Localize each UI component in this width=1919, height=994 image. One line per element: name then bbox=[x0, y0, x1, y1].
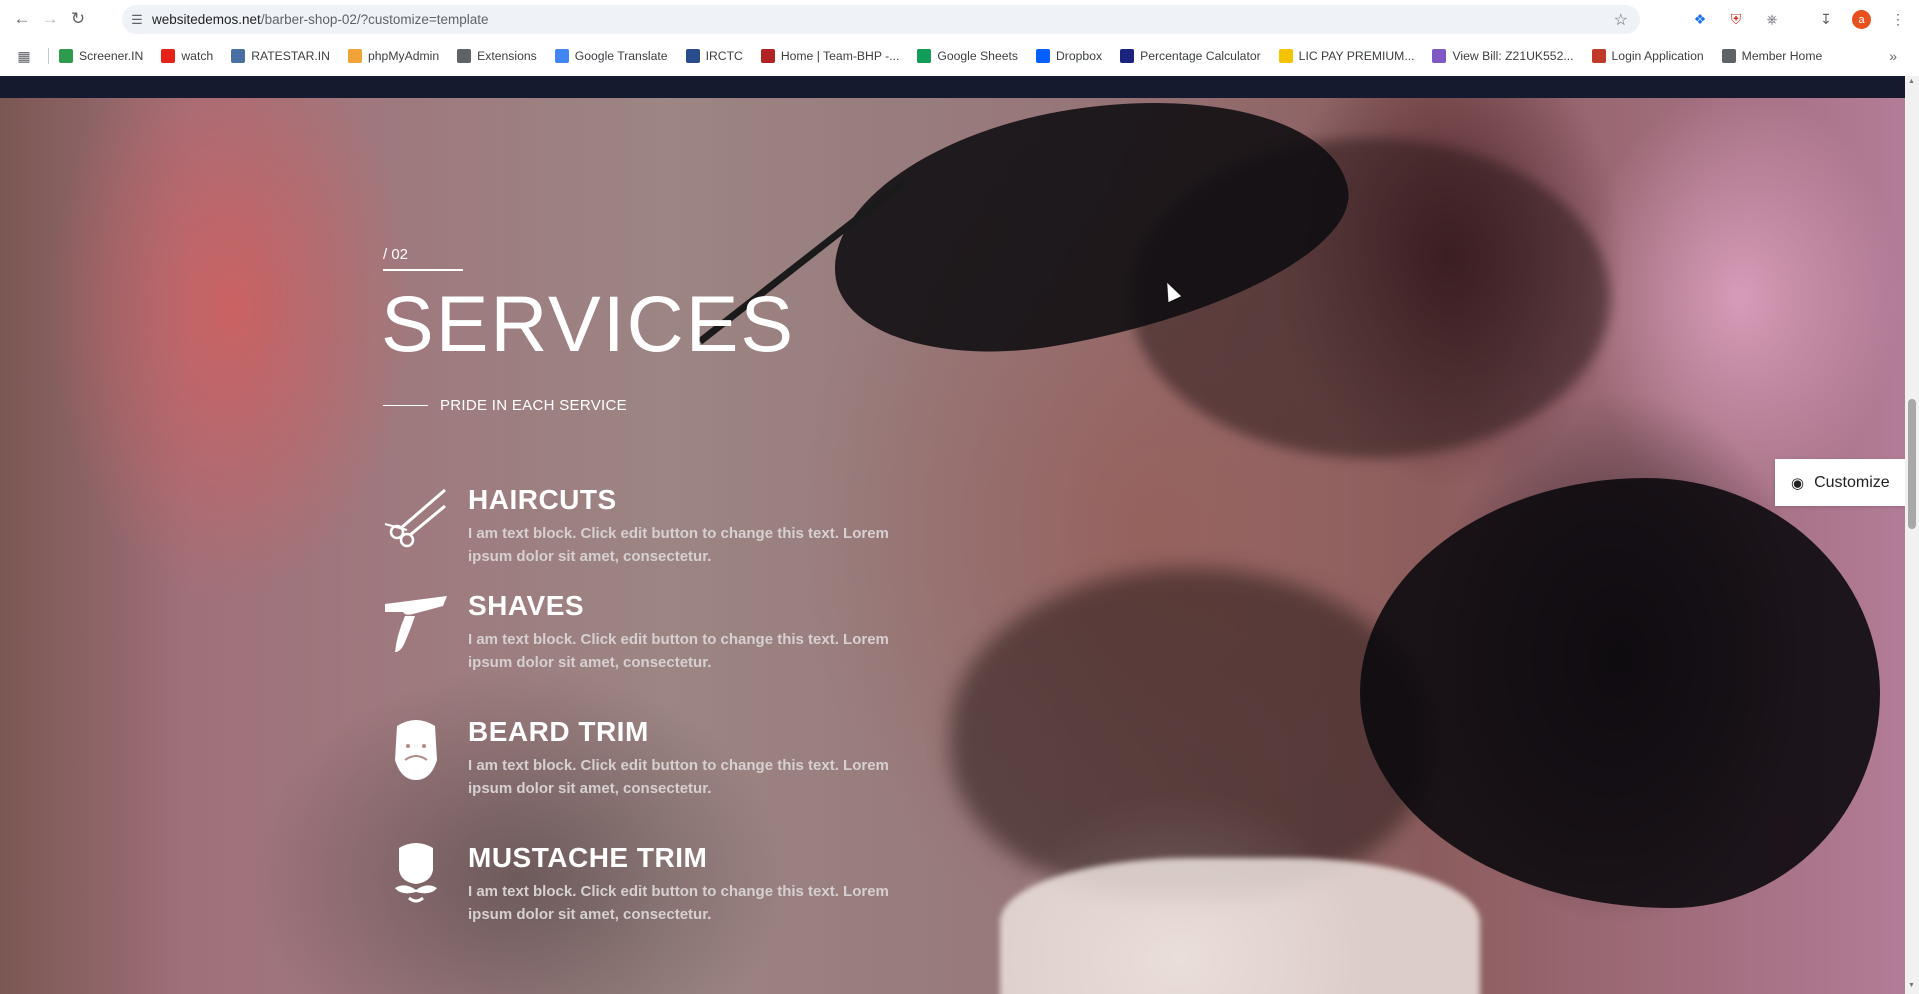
login-icon bbox=[1591, 49, 1606, 63]
palette-icon: ◉ bbox=[1791, 474, 1805, 492]
hero-photo-glove-right bbox=[1360, 478, 1880, 908]
dropbox-icon bbox=[1036, 49, 1050, 63]
bookmark-item[interactable]: watch bbox=[161, 49, 213, 63]
address-bar[interactable]: ☰ websitedemos.net/barber-shop-02/?custo… bbox=[122, 5, 1640, 34]
service-title: HAIRCUTS bbox=[468, 484, 617, 515]
service-description: I am text block. Click edit button to ch… bbox=[468, 631, 889, 671]
bookmark-label: RATESTAR.IN bbox=[251, 49, 330, 63]
bookmark-item[interactable]: Member Home bbox=[1721, 49, 1823, 63]
forward-icon[interactable]: → bbox=[36, 5, 64, 33]
bookmark-label: Home | Team-BHP -... bbox=[780, 49, 900, 63]
bookmark-label: watch bbox=[181, 49, 214, 63]
bookmark-item[interactable]: LIC PAY PREMIUM... bbox=[1278, 49, 1415, 63]
bookmark-item[interactable]: Dropbox bbox=[1036, 49, 1102, 63]
scroll-down-icon[interactable]: ▼ bbox=[1908, 982, 1915, 989]
section-number: / 02 bbox=[383, 246, 409, 263]
bookmark-label: View Bill: Z21UK552... bbox=[1452, 49, 1574, 63]
hero-photo-cape bbox=[1000, 858, 1480, 994]
bookmark-label: Percentage Calculator bbox=[1140, 49, 1261, 63]
bookmark-item[interactable]: IRCTC bbox=[685, 49, 743, 63]
browser-chrome: ← → ↻ ☰ websitedemos.net/barber-shop-02/… bbox=[0, 0, 1919, 76]
profile-avatar[interactable]: a bbox=[1852, 10, 1871, 29]
more-bookmarks-icon[interactable]: » bbox=[1889, 48, 1897, 64]
phpmyadmin-icon bbox=[347, 49, 362, 63]
section-subtitle: PRIDE IN EACH SERVICE bbox=[440, 397, 627, 414]
scissors-icon bbox=[383, 484, 449, 550]
irctc-icon bbox=[685, 49, 700, 63]
lic-icon bbox=[1278, 49, 1293, 63]
bookmark-label: LIC PAY PREMIUM... bbox=[1298, 49, 1415, 63]
globe-icon bbox=[1721, 49, 1736, 63]
bookmark-item[interactable]: View Bill: Z21UK552... bbox=[1432, 49, 1574, 63]
service-title: BEARD TRIM bbox=[468, 716, 649, 747]
sheets-icon bbox=[917, 49, 932, 63]
url-text: websitedemos.net/barber-shop-02/?customi… bbox=[152, 12, 489, 27]
service-title: MUSTACHE TRIM bbox=[468, 842, 708, 873]
bookmark-item[interactable]: Google Sheets bbox=[917, 49, 1018, 63]
customize-button[interactable]: ◉ Customize bbox=[1775, 459, 1905, 506]
bar-chart-icon bbox=[59, 49, 73, 63]
shield-icon[interactable]: ⛨ bbox=[1726, 9, 1746, 29]
bookmark-item[interactable]: Home | Team-BHP -... bbox=[760, 49, 900, 63]
service-description: I am text block. Click edit button to ch… bbox=[468, 757, 889, 797]
service-title: SHAVES bbox=[468, 590, 585, 621]
beard-icon bbox=[383, 716, 449, 782]
page-title: SERVICES bbox=[381, 279, 796, 368]
bookmarks-bar: ▦ Screener.IN watch RATESTAR.IN phpMyAdmin E… bbox=[0, 42, 1919, 70]
download-icon[interactable]: ↧ bbox=[1816, 9, 1836, 29]
bookmark-star-icon[interactable]: ☆ bbox=[1614, 10, 1628, 30]
site-settings-icon[interactable]: ☰ bbox=[122, 12, 152, 28]
scroll-up-icon[interactable]: ▲ bbox=[1908, 78, 1915, 85]
bookmarks-divider bbox=[48, 48, 49, 64]
translate-icon bbox=[554, 49, 569, 63]
puzzle-icon bbox=[457, 49, 472, 63]
service-description: I am text block. Click edit button to ch… bbox=[468, 525, 889, 565]
bookmark-label: phpMyAdmin bbox=[367, 49, 440, 63]
percent-icon bbox=[1120, 49, 1135, 63]
bookmark-item[interactable]: Percentage Calculator bbox=[1120, 49, 1261, 63]
service-description: I am text block. Click edit button to ch… bbox=[468, 883, 889, 923]
bookmark-label: IRCTC bbox=[705, 49, 743, 63]
mustache-icon bbox=[383, 842, 449, 908]
teambhp-icon bbox=[760, 49, 775, 63]
page-scrollbar[interactable]: ▲ ▼ bbox=[1905, 76, 1919, 994]
bookmark-item[interactable]: phpMyAdmin bbox=[347, 49, 440, 63]
apps-grid-icon[interactable]: ▦ bbox=[0, 48, 48, 65]
bookmark-label: Screener.IN bbox=[79, 49, 144, 63]
scrollbar-thumb[interactable] bbox=[1908, 399, 1916, 529]
youtube-icon bbox=[161, 49, 176, 63]
customize-label: Customize bbox=[1814, 473, 1890, 491]
bookmark-label: Dropbox bbox=[1056, 49, 1103, 63]
bookmark-label: Google Sheets bbox=[937, 49, 1018, 63]
bill-icon bbox=[1432, 49, 1447, 63]
page-viewport: / 02 SERVICES PRIDE IN EACH SERVICE HAIR… bbox=[0, 76, 1905, 994]
bookmark-item[interactable]: Google Translate bbox=[554, 49, 668, 63]
menu-dots-icon[interactable]: ⋮ bbox=[1888, 9, 1908, 29]
razor-icon bbox=[383, 590, 449, 656]
bookmark-label: Google Translate bbox=[574, 49, 668, 63]
bookmark-label: Member Home bbox=[1741, 49, 1823, 63]
extension-icon[interactable]: ❖ bbox=[1690, 9, 1710, 29]
hero-photo-beard bbox=[950, 568, 1430, 898]
site-header-strip bbox=[0, 76, 1905, 98]
bookmark-item[interactable]: RATESTAR.IN bbox=[231, 49, 330, 63]
subtitle-rule bbox=[383, 405, 428, 406]
bookmark-item[interactable]: Screener.IN bbox=[59, 49, 143, 63]
section-number-underline bbox=[383, 269, 463, 271]
bookmark-label: Login Application bbox=[1611, 49, 1704, 63]
ratestar-icon bbox=[231, 49, 246, 63]
bookmark-label: Extensions bbox=[477, 49, 537, 63]
back-icon[interactable]: ← bbox=[8, 5, 36, 33]
services-hero bbox=[0, 76, 1905, 994]
bookmark-item[interactable]: Extensions bbox=[457, 49, 537, 63]
bookmark-item[interactable]: Login Application bbox=[1591, 49, 1704, 63]
reload-icon[interactable]: ↻ bbox=[64, 5, 92, 33]
puzzle-icon[interactable]: ⎈ bbox=[1762, 9, 1782, 29]
browser-toolbar: ← → ↻ ☰ websitedemos.net/barber-shop-02/… bbox=[0, 0, 1919, 38]
